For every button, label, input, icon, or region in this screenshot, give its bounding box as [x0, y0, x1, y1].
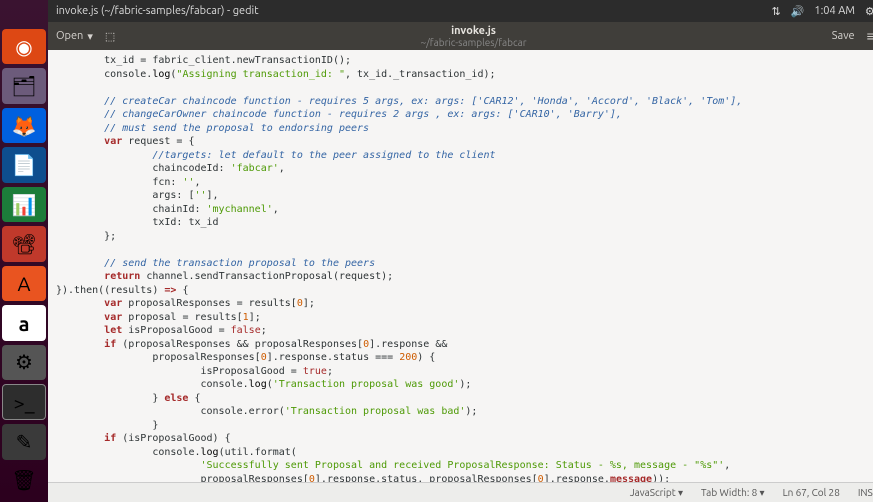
save-button[interactable]: Save — [832, 30, 855, 42]
hamburger-menu-icon[interactable]: ≡ — [867, 28, 873, 44]
document-filename: invoke.js — [127, 25, 820, 37]
main-window: invoke.js (~/fabric-samples/fabcar) - ge… — [48, 0, 873, 502]
editor-area[interactable]: tx_id = fabric_client.newTransactionID()… — [48, 50, 873, 482]
chevron-down-icon: ▾ — [760, 487, 765, 498]
unity-launcher: ◉ 🗂 🦊 📄 📊 📽 A a ⚙ >_ ✎ 🗑 — [0, 0, 48, 502]
chevron-down-icon: ▾ — [87, 30, 93, 43]
writer-icon[interactable]: 📄 — [2, 147, 46, 182]
network-icon[interactable]: ⇅ — [771, 5, 780, 18]
new-document-button[interactable]: ⬚ — [105, 30, 115, 43]
impress-icon[interactable]: 📽 — [2, 226, 46, 261]
window-title: invoke.js (~/fabric-samples/fabcar) - ge… — [56, 5, 771, 17]
terminal-icon[interactable]: >_ — [2, 384, 46, 420]
files-icon[interactable]: 🗂 — [2, 68, 46, 103]
insert-mode[interactable]: INS — [858, 487, 873, 498]
sound-icon[interactable]: 🔊 — [791, 5, 805, 18]
statusbar: JavaScript ▾ Tab Width: 8 ▾ Ln 67, Col 2… — [48, 482, 873, 502]
open-button[interactable]: Open ▾ — [56, 30, 93, 43]
dash-icon[interactable]: ◉ — [2, 29, 46, 64]
gedit-icon[interactable]: ✎ — [2, 424, 46, 459]
tab-width-selector[interactable]: Tab Width: 8 ▾ — [701, 487, 765, 499]
settings-icon[interactable]: ⚙ — [2, 345, 46, 380]
system-gear-icon[interactable]: ⚙ — [865, 5, 873, 18]
document-path: ~/fabric-samples/fabcar — [127, 37, 820, 48]
firefox-icon[interactable]: 🦊 — [2, 108, 46, 143]
amazon-icon[interactable]: a — [2, 305, 46, 340]
cursor-position: Ln 67, Col 28 — [783, 487, 840, 498]
top-panel: invoke.js (~/fabric-samples/fabcar) - ge… — [48, 0, 873, 22]
calc-icon[interactable]: 📊 — [2, 187, 46, 222]
gedit-toolbar: Open ▾ ⬚ invoke.js ~/fabric-samples/fabc… — [48, 22, 873, 50]
language-selector[interactable]: JavaScript ▾ — [630, 487, 683, 499]
document-title-area: invoke.js ~/fabric-samples/fabcar — [127, 25, 820, 48]
new-doc-icon: ⬚ — [105, 30, 115, 43]
trash-icon[interactable]: 🗑 — [2, 463, 46, 498]
software-icon[interactable]: A — [2, 266, 46, 301]
clock[interactable]: 1:04 AM — [814, 5, 855, 17]
chevron-down-icon: ▾ — [678, 487, 683, 498]
